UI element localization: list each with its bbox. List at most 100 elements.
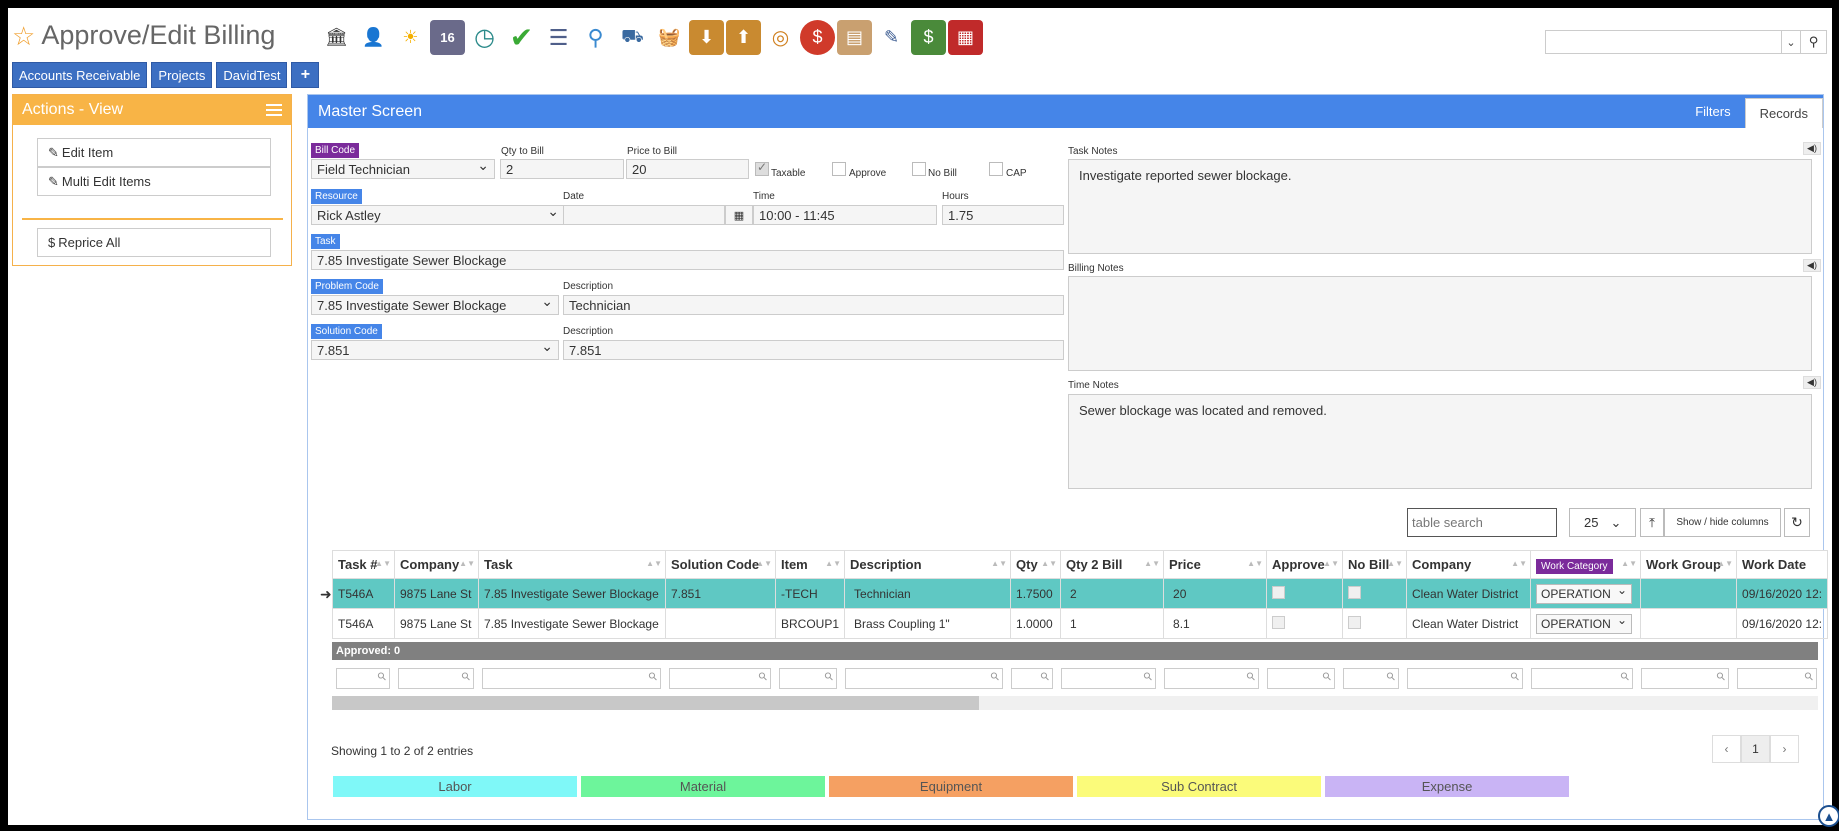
col-qty[interactable]: Qty ▲▼ <box>1010 550 1062 579</box>
col-task[interactable]: Task ▲▼ <box>478 550 666 579</box>
export-icon[interactable]: ⤒ <box>1640 508 1664 537</box>
col-work-category[interactable]: Work Category ▲▼ <box>1530 550 1642 579</box>
user-icon[interactable]: 👤 <box>356 20 391 55</box>
weather-icon[interactable]: ☀ <box>393 20 428 55</box>
col-work-group[interactable]: Work Group ▲▼ <box>1640 550 1738 579</box>
multi-edit-button[interactable]: ✎ Multi Edit Items <box>37 167 271 196</box>
col-price[interactable]: Price ▲▼ <box>1163 550 1268 579</box>
pencil-icon[interactable]: ✎ <box>874 20 909 55</box>
no-bill-checkbox[interactable] <box>1348 615 1362 629</box>
resource-select[interactable]: Rick Astley <box>311 203 565 225</box>
refresh-icon[interactable]: ↻ <box>1784 508 1810 537</box>
col-company[interactable]: Company ▲▼ <box>394 550 479 579</box>
bank-icon[interactable]: 🏛 <box>319 20 354 55</box>
clock-icon[interactable]: ◷ <box>467 20 502 55</box>
task-notes-textarea[interactable]: Investigate reported sewer blockage. <box>1068 159 1812 254</box>
col-no-bill[interactable]: No Bill ▲▼ <box>1342 550 1408 579</box>
col-solution-code[interactable]: Solution Code ▲▼ <box>665 550 776 579</box>
scroll-to-top-icon[interactable]: ▲ <box>1818 805 1839 827</box>
next-page-button[interactable]: › <box>1770 735 1799 763</box>
favorite-star-icon[interactable]: ☆ <box>12 23 35 49</box>
table-search-input[interactable]: table search <box>1407 508 1557 537</box>
filter-solution-code[interactable] <box>669 668 771 689</box>
filter-approve[interactable] <box>1267 668 1335 689</box>
calendar-icon[interactable]: ▦ <box>725 205 753 225</box>
work-category-select[interactable]: OPERATION <box>1536 583 1633 604</box>
speaker-icon[interactable]: ◀) <box>1803 376 1821 389</box>
filter-price[interactable] <box>1164 668 1259 689</box>
filter-qty-2-bill[interactable] <box>1061 668 1156 689</box>
add-tab-button[interactable]: + <box>291 62 320 88</box>
truck-icon[interactable]: ⛟ <box>615 20 650 55</box>
magnify-icon[interactable]: ⚲ <box>578 20 613 55</box>
global-search-input[interactable] <box>1545 30 1781 54</box>
filter-company-2[interactable] <box>1407 668 1523 689</box>
page-1-button[interactable]: 1 <box>1741 735 1770 763</box>
price-input[interactable]: 20 <box>626 159 749 179</box>
speaker-icon[interactable]: ◀) <box>1803 142 1821 155</box>
col-qty-2-bill[interactable]: Qty 2 Bill ▲▼ <box>1060 550 1165 579</box>
search-icon[interactable]: ⚲ <box>1801 30 1827 54</box>
time-input[interactable]: 10:00 - 11:45 <box>753 205 937 225</box>
problem-code-select[interactable]: 7.85 Investigate Sewer Blockage <box>311 293 559 315</box>
hours-input[interactable]: 1.75 <box>942 205 1064 225</box>
bill-code-select[interactable]: Field Technician <box>311 157 495 179</box>
basket-icon[interactable]: 🧺 <box>652 20 687 55</box>
approve-checkbox[interactable] <box>832 162 846 176</box>
date-input[interactable] <box>563 205 725 225</box>
filter-description[interactable] <box>845 668 1003 689</box>
no-bill-checkbox[interactable] <box>912 162 926 176</box>
solution-description-input[interactable]: 7.851 <box>563 340 1064 360</box>
filter-task[interactable] <box>482 668 661 689</box>
approve-checkbox[interactable] <box>1272 615 1286 629</box>
horizontal-scrollbar[interactable] <box>332 696 1818 710</box>
speaker-icon[interactable]: ◀) <box>1803 259 1821 272</box>
tab-records[interactable]: Records <box>1744 98 1823 128</box>
list-icon[interactable]: ☰ <box>541 20 576 55</box>
tab-accounts-receivable[interactable]: Accounts Receivable <box>12 62 148 88</box>
tab-projects[interactable]: Projects <box>151 62 213 88</box>
filter-company[interactable] <box>398 668 474 689</box>
filter-task-number[interactable] <box>336 668 390 689</box>
col-approve[interactable]: Approve ▲▼ <box>1266 550 1344 579</box>
calendar-icon[interactable]: 16 <box>430 20 465 55</box>
reprice-all-button[interactable]: $ Reprice All <box>37 228 271 257</box>
no-bill-checkbox[interactable] <box>1348 585 1362 599</box>
prev-page-button[interactable]: ‹ <box>1712 735 1741 763</box>
tab-filters[interactable]: Filters <box>1681 95 1744 128</box>
approve-checkbox[interactable] <box>1272 585 1286 599</box>
edit-item-button[interactable]: ✎ Edit Item <box>37 138 271 167</box>
time-notes-textarea[interactable]: Sewer blockage was located and removed. <box>1068 394 1812 489</box>
task-input[interactable]: 7.85 Investigate Sewer Blockage <box>311 250 1064 270</box>
scrollbar-thumb[interactable] <box>332 696 979 710</box>
coins-icon[interactable]: ◎ <box>763 20 798 55</box>
money-icon[interactable]: $ <box>911 20 946 55</box>
chat-dollar-icon[interactable]: $ <box>800 20 835 55</box>
col-description[interactable]: Description ▲▼ <box>844 550 1012 579</box>
hamburger-icon[interactable] <box>266 104 282 116</box>
clipboard-icon[interactable]: ▤ <box>837 20 872 55</box>
filter-no-bill[interactable] <box>1343 668 1399 689</box>
filter-work-group[interactable] <box>1641 668 1729 689</box>
chevron-down-icon[interactable]: ⌄ <box>1781 30 1801 54</box>
qty-input[interactable]: 2 <box>500 159 624 179</box>
taxable-checkbox[interactable] <box>755 160 769 176</box>
page-length-select[interactable]: 25 ⌄ <box>1569 508 1636 537</box>
check-icon[interactable]: ✔ <box>504 20 539 55</box>
show-hide-columns-button[interactable]: Show / hide columns <box>1664 508 1781 537</box>
tab-davidtest[interactable]: DavidTest <box>216 62 288 88</box>
problem-description-input[interactable]: Technician <box>563 295 1064 315</box>
table-row[interactable]: T546A 9875 Lane St 7.85 Investigate Sewe… <box>332 578 1829 609</box>
col-work-date[interactable]: Work Date <box>1736 550 1829 579</box>
download-icon[interactable]: ⬇ <box>689 20 724 55</box>
table-row[interactable]: T546A 9875 Lane St 7.85 Investigate Sewe… <box>332 608 1829 639</box>
col-task-number[interactable]: Task # ▲▼ <box>332 550 395 579</box>
filter-item[interactable] <box>779 668 837 689</box>
solution-code-select[interactable]: 7.851 <box>311 338 559 360</box>
col-company-2[interactable]: Company ▲▼ <box>1406 550 1532 579</box>
upload-icon[interactable]: ⬆ <box>726 20 761 55</box>
work-category-select[interactable]: OPERATION <box>1536 613 1633 634</box>
building-icon[interactable]: ▦ <box>948 20 983 55</box>
filter-work-category[interactable] <box>1531 668 1633 689</box>
filter-qty[interactable] <box>1011 668 1053 689</box>
